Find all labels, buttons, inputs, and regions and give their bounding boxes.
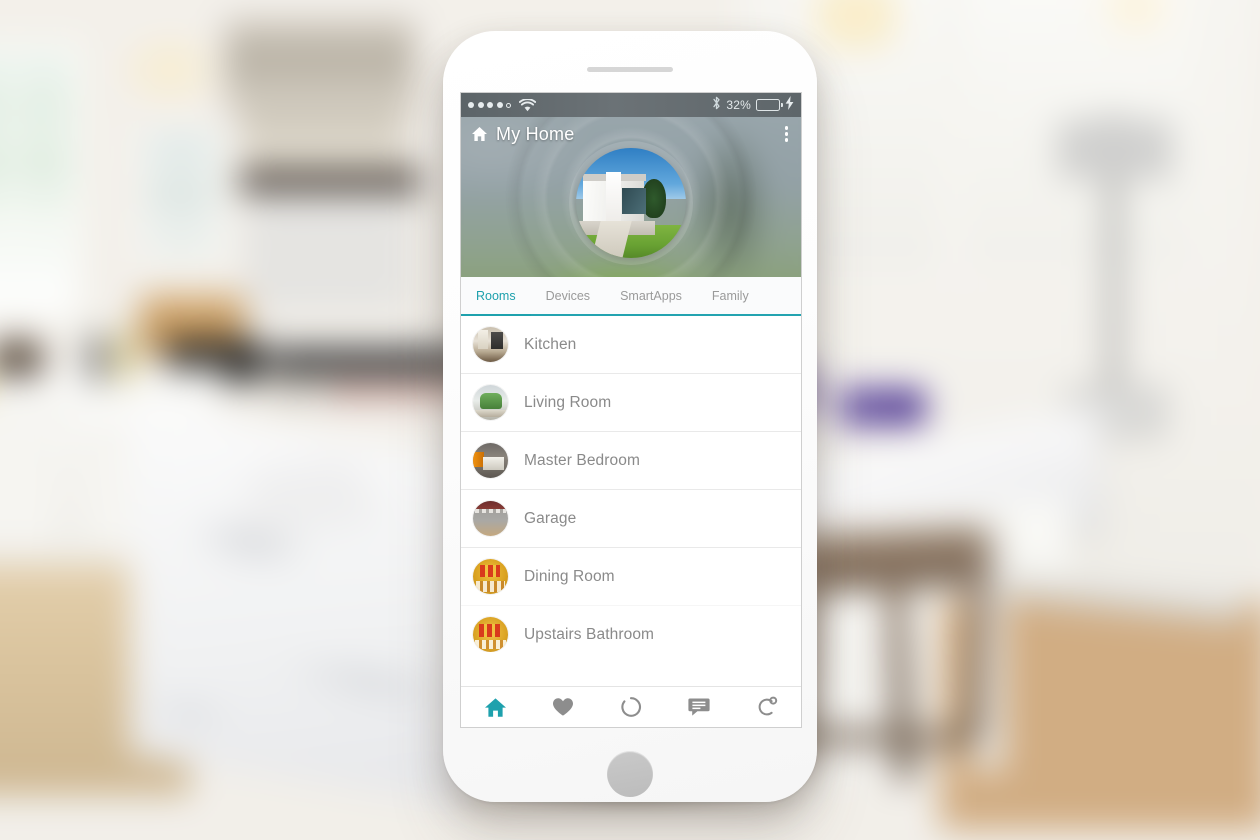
routines-icon [756,696,778,718]
kitchen-thumbnail [473,327,508,362]
upstairs-bathroom-thumbnail [473,617,508,652]
list-item-label: Kitchen [524,335,577,353]
list-item-label: Living Room [524,393,612,411]
earpiece-speaker [587,67,673,72]
page-title: My Home [496,123,575,144]
overflow-menu-icon[interactable] [782,122,792,146]
home-icon [484,697,507,718]
refresh-circle-icon [620,696,642,718]
tab-family[interactable]: Family [697,277,764,314]
lightning-bolt-icon [785,95,794,115]
list-item[interactable]: Garage [461,490,801,548]
list-item[interactable]: Living Room [461,374,801,432]
wifi-icon [519,98,536,112]
list-item[interactable]: Dining Room [461,548,801,606]
home-button[interactable] [607,751,653,797]
list-item-label: Dining Room [524,567,615,585]
nav-routines-button[interactable] [733,687,801,727]
smartphone-device: 32% My Home Rooms Devices SmartApps Fami… [443,31,817,802]
hero-top-bar: My Home [461,117,801,151]
heart-icon [552,697,574,717]
battery-icon [756,99,783,111]
list-item-label: Master Bedroom [524,451,640,469]
master-bedroom-thumbnail [473,443,508,478]
living-room-thumbnail [473,385,508,420]
list-item[interactable]: Master Bedroom [461,432,801,490]
list-item-label: Upstairs Bathroom [524,625,655,643]
home-hero-header: My Home [461,117,801,277]
nav-home-button[interactable] [461,687,529,727]
list-item[interactable]: Upstairs Bathroom [461,606,801,652]
home-photo-lens[interactable] [576,148,686,258]
dining-room-thumbnail [473,559,508,594]
chat-bubble-icon [688,697,710,717]
tab-smartapps[interactable]: SmartApps [605,277,697,314]
tab-rooms[interactable]: Rooms [461,277,531,316]
garage-thumbnail [473,501,508,536]
list-item-label: Garage [524,509,577,527]
signal-strength-dots [468,102,511,108]
status-bar-right: 32% [712,95,794,115]
room-list[interactable]: Kitchen Living Room Master Bedroom Garag… [461,316,801,652]
list-item[interactable]: Kitchen [461,316,801,374]
home-icon [471,126,488,142]
battery-percent-label: 32% [726,98,751,112]
tab-devices[interactable]: Devices [531,277,605,314]
tab-bar: Rooms Devices SmartApps Family [461,277,801,316]
bottom-navigation-bar [461,686,801,727]
screenshot-scene: 32% My Home Rooms Devices SmartApps Fami… [0,0,1260,840]
phone-screen: 32% My Home Rooms Devices SmartApps Fami… [460,92,802,728]
nav-messages-button[interactable] [665,687,733,727]
nav-refresh-button[interactable] [597,687,665,727]
tab-bar-spacer [764,277,801,314]
status-bar: 32% [461,93,801,117]
bluetooth-icon [712,96,721,115]
nav-favorites-button[interactable] [529,687,597,727]
